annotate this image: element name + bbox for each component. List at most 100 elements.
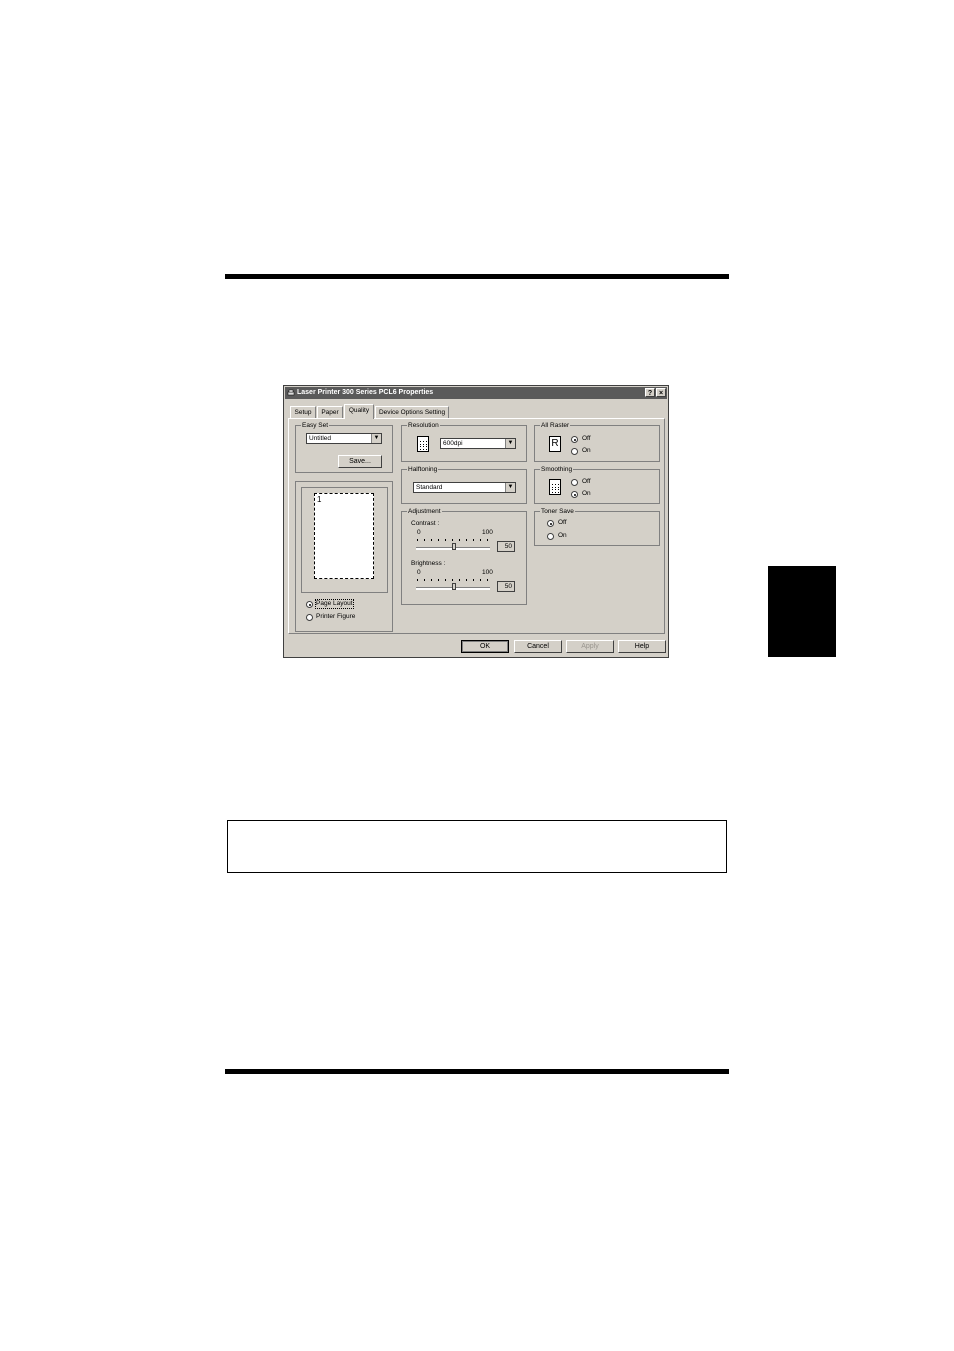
brightness-value: 50 xyxy=(497,581,515,592)
resolution-combo[interactable]: 600dpi ▼ xyxy=(440,438,516,449)
apply-button[interactable]: Apply xyxy=(566,640,614,653)
help-button[interactable]: Help xyxy=(618,640,666,653)
resolution-group: Resolution 600dpi ▼ xyxy=(401,421,527,462)
dot-mark xyxy=(420,446,421,447)
contrast-slider-thumb[interactable] xyxy=(452,543,456,550)
raster-icon-letter: R xyxy=(551,438,559,449)
smoothing-on-label[interactable]: On xyxy=(582,490,591,498)
chapter-side-tab xyxy=(768,566,836,657)
dot-mark xyxy=(558,484,559,485)
dot-mark xyxy=(555,491,556,493)
contrast-value: 50 xyxy=(497,541,515,552)
toner-save-on-radio[interactable] xyxy=(547,533,554,540)
smoothing-off-radio[interactable] xyxy=(571,479,578,486)
dot-mark xyxy=(558,486,559,488)
preview-group: 1 Page Layout Printer Figure xyxy=(295,481,393,632)
adjustment-label: Adjustment xyxy=(407,507,442,516)
dot-mark xyxy=(426,443,427,445)
top-rule xyxy=(225,274,729,279)
easy-set-value: Untitled xyxy=(309,435,332,442)
all-raster-label: All Raster xyxy=(540,421,571,430)
brightness-max: 100 xyxy=(482,569,493,576)
title-bar[interactable]: Laser Printer 300 Series PCL6 Properties… xyxy=(285,387,667,399)
toner-save-label: Toner Save xyxy=(540,507,575,516)
toner-save-off-radio[interactable] xyxy=(547,520,554,527)
dot-mark xyxy=(423,441,424,442)
dot-mark xyxy=(423,446,424,447)
halftoning-combo[interactable]: Standard ▼ xyxy=(413,482,516,493)
brightness-label: Brightness : xyxy=(411,560,446,567)
halftoning-label: Halftoning xyxy=(407,465,439,474)
printer-figure-radio[interactable] xyxy=(306,614,313,621)
chevron-down-icon[interactable]: ▼ xyxy=(371,434,381,443)
dot-mark xyxy=(426,446,427,447)
dot-mark xyxy=(423,448,424,450)
contrast-ticks xyxy=(417,539,489,541)
printer-icon xyxy=(287,389,295,396)
ok-button[interactable]: OK xyxy=(461,640,509,653)
tab-paper[interactable]: Paper xyxy=(317,406,343,418)
cancel-button[interactable]: Cancel xyxy=(514,640,562,653)
smoothing-document-icon xyxy=(549,479,561,495)
contrast-label: Contrast : xyxy=(411,520,440,527)
tab-setup[interactable]: Setup xyxy=(290,406,316,418)
dot-mark xyxy=(420,441,421,442)
contrast-max: 100 xyxy=(482,529,493,536)
resolution-label: Resolution xyxy=(407,421,440,430)
note-box xyxy=(227,820,727,873)
dot-mark xyxy=(555,486,556,488)
dot-mark xyxy=(426,441,427,442)
dot-mark xyxy=(552,491,553,493)
smoothing-group: Smoothing Off On xyxy=(534,465,660,504)
easy-set-combo[interactable]: Untitled ▼ xyxy=(306,433,382,444)
save-button[interactable]: Save... xyxy=(338,455,382,468)
toner-save-on-label[interactable]: On xyxy=(558,532,567,540)
page-preview: 1 xyxy=(314,493,374,579)
tab-quality[interactable]: Quality xyxy=(344,404,374,419)
page-layout-label[interactable]: Page Layout xyxy=(315,599,354,609)
dot-mark xyxy=(552,489,553,490)
smoothing-on-radio[interactable] xyxy=(571,491,578,498)
raster-document-icon: R xyxy=(549,436,561,452)
help-title-button[interactable]: ? xyxy=(645,388,655,397)
halftoning-group: Halftoning Standard ▼ xyxy=(401,465,527,504)
all-raster-off-label[interactable]: Off xyxy=(582,435,591,443)
toner-save-group: Toner Save Off On xyxy=(534,507,660,546)
brightness-ticks xyxy=(417,579,489,581)
resolution-value: 600dpi xyxy=(443,440,463,447)
all-raster-off-radio[interactable] xyxy=(571,436,578,443)
resolution-document-icon xyxy=(417,436,429,452)
easy-set-label: Easy Set xyxy=(301,421,330,430)
bottom-rule xyxy=(225,1069,729,1074)
all-raster-group: All Raster R Off On xyxy=(534,421,660,462)
dot-mark xyxy=(552,484,553,485)
page-layout-radio[interactable] xyxy=(306,601,313,608)
brightness-slider-thumb[interactable] xyxy=(452,583,456,590)
page-number: 1 xyxy=(317,495,322,504)
chevron-down-icon[interactable]: ▼ xyxy=(505,483,515,492)
all-raster-on-label[interactable]: On xyxy=(582,447,591,455)
easy-set-group: Easy Set Untitled ▼ Save... xyxy=(295,421,393,473)
chevron-down-icon[interactable]: ▼ xyxy=(505,439,515,448)
halftoning-value: Standard xyxy=(416,484,443,491)
tab-device-options-setting[interactable]: Device Options Setting xyxy=(375,406,449,418)
quality-tab-panel: Easy Set Untitled ▼ Save... 1 Page Layou… xyxy=(288,418,665,634)
adjustment-group: Adjustment Contrast : 0 100 50 Brightnes… xyxy=(401,507,527,605)
dot-mark xyxy=(420,448,421,450)
dot-mark xyxy=(423,443,424,445)
dot-mark xyxy=(558,491,559,493)
contrast-min: 0 xyxy=(417,529,421,536)
dot-mark xyxy=(426,448,427,450)
dot-mark xyxy=(552,486,553,488)
all-raster-on-radio[interactable] xyxy=(571,448,578,455)
smoothing-off-label[interactable]: Off xyxy=(582,478,591,486)
brightness-min: 0 xyxy=(417,569,421,576)
printer-properties-dialog: Laser Printer 300 Series PCL6 Properties… xyxy=(283,385,669,658)
dialog-title: Laser Printer 300 Series PCL6 Properties xyxy=(297,389,434,396)
dot-mark xyxy=(555,489,556,490)
printer-figure-label[interactable]: Printer Figure xyxy=(316,613,355,621)
preview-frame: 1 xyxy=(301,487,388,593)
toner-save-off-label[interactable]: Off xyxy=(558,519,567,527)
close-title-button[interactable]: × xyxy=(656,388,666,397)
dot-mark xyxy=(420,443,421,445)
